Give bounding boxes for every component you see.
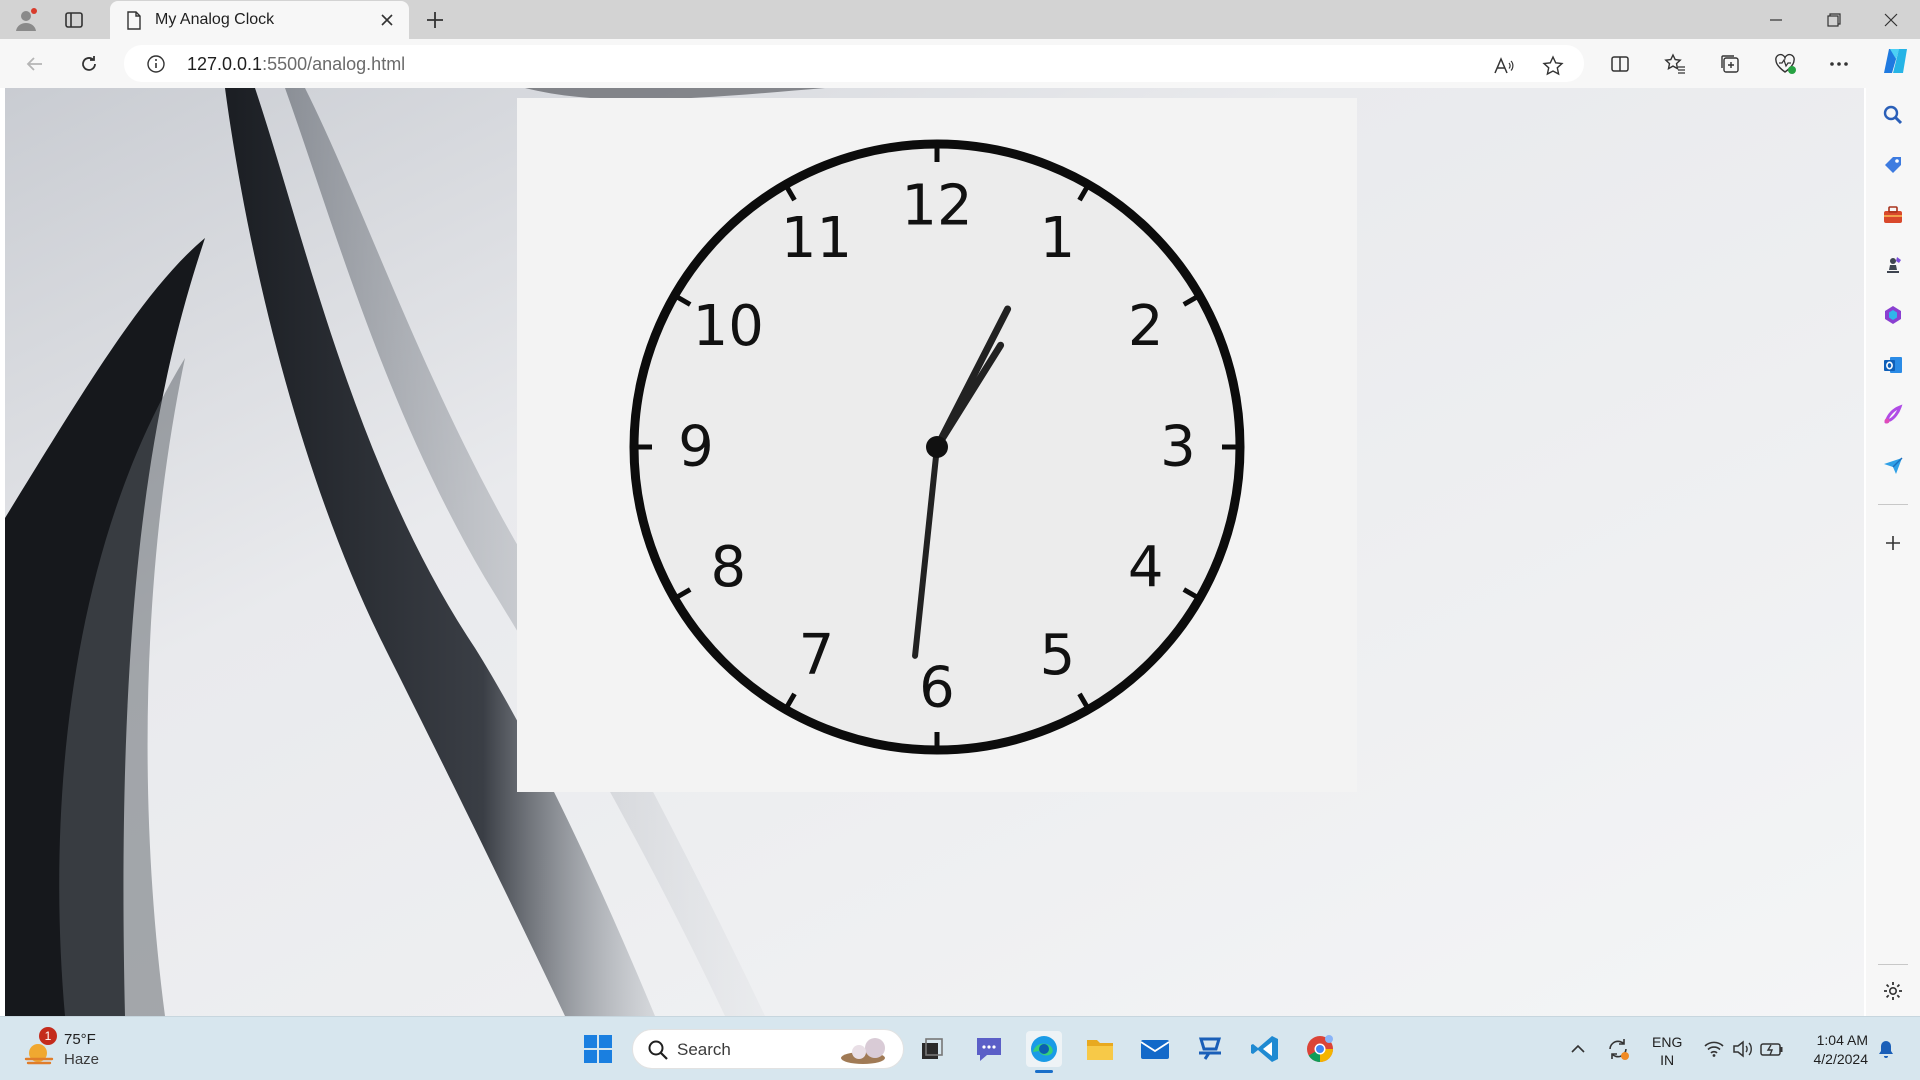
weather-condition: Haze bbox=[64, 1051, 100, 1068]
show-hidden-icons[interactable] bbox=[1564, 1035, 1592, 1063]
refresh-button[interactable] bbox=[72, 47, 106, 81]
add-icon[interactable] bbox=[1879, 529, 1907, 557]
clock-center-pin bbox=[926, 436, 948, 458]
sidebar-divider-bottom bbox=[1878, 964, 1908, 965]
designer-icon[interactable] bbox=[1879, 401, 1907, 429]
outlook-icon[interactable] bbox=[1879, 351, 1907, 379]
restore-button[interactable] bbox=[1806, 0, 1862, 39]
minimize-button[interactable] bbox=[1748, 0, 1804, 39]
clock-panel: 12 1 2 3 4 5 6 7 8 9 10 11 bbox=[517, 98, 1357, 792]
title-bar: My Analog Clock bbox=[0, 0, 1920, 39]
clock-numeral: 11 bbox=[781, 206, 852, 271]
clock-numeral: 7 bbox=[799, 623, 835, 688]
url-path: :5500/analog.html bbox=[262, 54, 406, 74]
clock-numeral: 5 bbox=[1040, 623, 1076, 688]
taskbar-date: 4/2/2024 bbox=[1813, 1051, 1869, 1067]
windows-start-icon[interactable] bbox=[580, 1031, 616, 1067]
close-window-button[interactable] bbox=[1863, 0, 1919, 39]
taskbar-clock[interactable]: 1:04 AM 4/2/2024 bbox=[1800, 1031, 1869, 1069]
tab-title: My Analog Clock bbox=[155, 11, 275, 28]
taskbar-time: 1:04 AM bbox=[1816, 1032, 1868, 1048]
search-highlight-icon bbox=[839, 1034, 897, 1071]
task-view-icon[interactable] bbox=[914, 1031, 950, 1067]
browser-essentials-icon[interactable] bbox=[1768, 47, 1802, 81]
mail-icon[interactable] bbox=[1137, 1031, 1173, 1067]
page-viewport: 12 1 2 3 4 5 6 7 8 9 10 11 bbox=[5, 88, 1864, 1016]
url-text: 127.0.0.1:5500/analog.html bbox=[187, 54, 405, 75]
app-icon[interactable] bbox=[1192, 1031, 1228, 1067]
profile-icon[interactable] bbox=[12, 6, 40, 34]
language-code: ENG bbox=[1652, 1034, 1683, 1050]
url-host: 127.0.0.1 bbox=[187, 54, 263, 74]
clock-numeral: 6 bbox=[919, 656, 955, 721]
search-icon[interactable] bbox=[1879, 101, 1907, 129]
clock-numeral: 3 bbox=[1160, 415, 1196, 480]
clock-numeral: 10 bbox=[693, 294, 764, 359]
clock-numeral: 2 bbox=[1128, 294, 1164, 359]
input-language[interactable]: ENG IN bbox=[1652, 1033, 1682, 1069]
tab-actions-icon[interactable] bbox=[60, 6, 88, 34]
read-aloud-icon[interactable] bbox=[1492, 54, 1516, 78]
edge-sidebar bbox=[1866, 88, 1920, 1016]
send-icon[interactable] bbox=[1879, 451, 1907, 479]
edge-active-indicator bbox=[1035, 1070, 1053, 1073]
teams-chat-icon[interactable] bbox=[971, 1031, 1007, 1067]
windows-taskbar: 1 75°F Haze Search ENG IN 1:04 AM 4/2/20… bbox=[0, 1016, 1920, 1080]
weather-temperature: 75°F bbox=[64, 1031, 96, 1048]
clock-numeral: 9 bbox=[678, 415, 714, 480]
sync-icon[interactable] bbox=[1604, 1035, 1632, 1063]
volume-icon[interactable] bbox=[1729, 1035, 1757, 1063]
battery-icon[interactable] bbox=[1758, 1035, 1786, 1063]
split-screen-icon[interactable] bbox=[1603, 47, 1637, 81]
collections-icon[interactable] bbox=[1713, 47, 1747, 81]
settings-icon[interactable] bbox=[1879, 977, 1907, 1005]
region-code: IN bbox=[1660, 1052, 1675, 1068]
file-explorer-icon[interactable] bbox=[1082, 1031, 1118, 1067]
more-options-icon[interactable] bbox=[1822, 47, 1856, 81]
copilot-icon[interactable] bbox=[1880, 46, 1910, 78]
analog-clock: 12 12 3 45 6 78 9 10 11 bbox=[629, 139, 1245, 755]
taskbar-search-box[interactable]: Search bbox=[632, 1029, 904, 1069]
favorites-icon[interactable] bbox=[1658, 47, 1692, 81]
clock-numeral: 4 bbox=[1128, 535, 1164, 600]
wifi-icon[interactable] bbox=[1700, 1035, 1728, 1063]
page-icon bbox=[126, 11, 142, 35]
site-info-icon[interactable] bbox=[146, 54, 166, 79]
tab-my-analog-clock[interactable]: My Analog Clock bbox=[110, 1, 409, 39]
notification-bell-icon[interactable] bbox=[1872, 1035, 1900, 1063]
close-tab-icon[interactable] bbox=[377, 10, 397, 30]
chrome-icon[interactable] bbox=[1302, 1031, 1338, 1067]
toolbar: 127.0.0.1:5500/analog.html bbox=[0, 39, 1920, 88]
taskbar-search-icon bbox=[647, 1039, 669, 1066]
sidebar-divider bbox=[1878, 504, 1908, 505]
clock-numeral: 1 bbox=[1040, 206, 1076, 271]
back-button[interactable] bbox=[18, 47, 52, 81]
browser-window: My Analog Clock 127.0.0.1:5500/analog.ht… bbox=[0, 0, 1920, 1080]
chess-icon[interactable] bbox=[1879, 251, 1907, 279]
edge-icon[interactable] bbox=[1026, 1031, 1062, 1073]
address-bar[interactable]: 127.0.0.1:5500/analog.html bbox=[124, 45, 1584, 82]
taskbar-search-placeholder: Search bbox=[677, 1040, 731, 1059]
clock-numeral: 12 bbox=[901, 174, 972, 239]
vscode-icon[interactable] bbox=[1247, 1031, 1283, 1067]
favorite-star-icon[interactable] bbox=[1541, 54, 1565, 78]
microsoft365-icon[interactable] bbox=[1879, 301, 1907, 329]
clock-numeral: 8 bbox=[710, 535, 746, 600]
shopping-tag-icon[interactable] bbox=[1879, 151, 1907, 179]
weather-badge: 1 bbox=[39, 1027, 57, 1045]
toolbox-icon[interactable] bbox=[1879, 201, 1907, 229]
weather-widget[interactable]: 1 bbox=[22, 1027, 58, 1067]
new-tab-button[interactable] bbox=[420, 6, 450, 34]
